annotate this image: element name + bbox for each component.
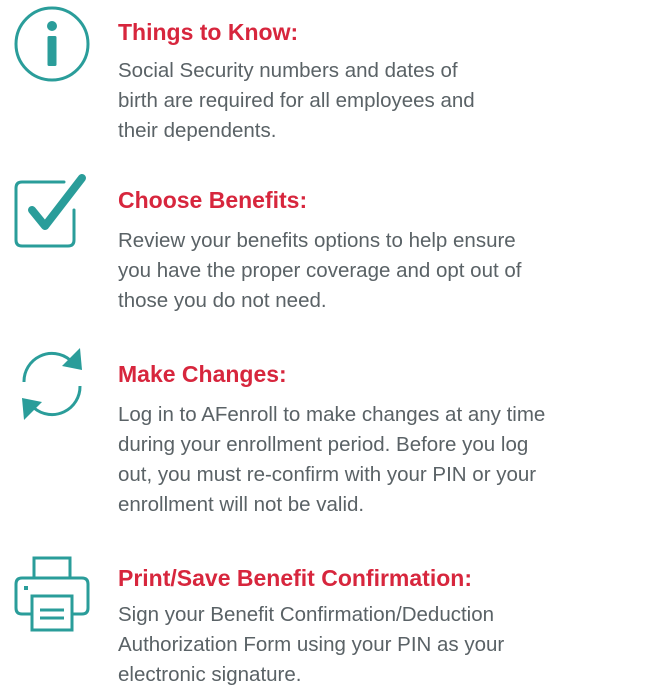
item-description: Log in to AFenroll to make changes at an… <box>118 400 638 520</box>
item-title: Print/Save Benefit Confirmation: <box>118 565 472 591</box>
item-title: Choose Benefits: <box>118 187 308 213</box>
item-description: Review your benefits options to help ens… <box>118 226 638 316</box>
refresh-icon <box>12 344 92 424</box>
description-line: during your enrollment period. Before yo… <box>118 433 529 456</box>
description-line: Authorization Form using your PIN as you… <box>118 633 505 656</box>
printer-icon <box>12 554 92 634</box>
description-line: birth are required for all employees and <box>118 89 475 112</box>
description-line: electronic signature. <box>118 663 302 686</box>
description-line: their dependents. <box>118 119 277 142</box>
description-line: Review your benefits options to help ens… <box>118 229 516 252</box>
description-line: you have the proper coverage and opt out… <box>118 259 522 282</box>
description-line: Social Security numbers and dates of <box>118 59 458 82</box>
description-line: those you do not need. <box>118 289 327 312</box>
description-line: Sign your Benefit Confirmation/Deduction <box>118 603 495 626</box>
item-title: Make Changes: <box>118 361 287 387</box>
description-line: Log in to AFenroll to make changes at an… <box>118 403 546 426</box>
info-icon <box>12 4 92 84</box>
description-line: enrollment will not be valid. <box>118 493 365 516</box>
description-line: out, you must re-confirm with your PIN o… <box>118 463 537 486</box>
item-title: Things to Know: <box>118 19 299 45</box>
checkbox-icon <box>12 170 92 250</box>
item-description: Social Security numbers and dates of bir… <box>118 56 638 146</box>
item-description: Sign your Benefit Confirmation/Deduction… <box>118 600 638 690</box>
